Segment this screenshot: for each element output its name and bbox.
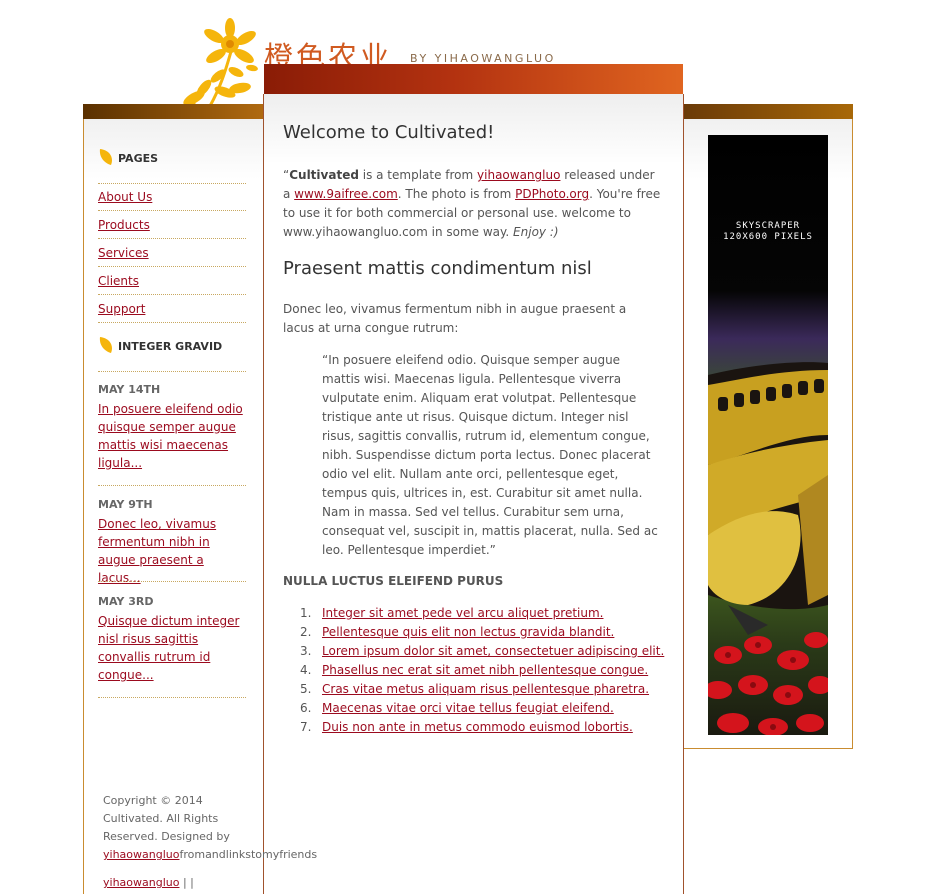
leaf-icon: [99, 337, 112, 353]
list-link[interactable]: Integer sit amet pede vel arcu aliquet p…: [322, 606, 603, 620]
ad-label-line-2: 120X600 PIXELS: [723, 232, 813, 242]
list-number: 4.: [300, 663, 312, 677]
divider: [98, 183, 246, 184]
sidebar-item-products[interactable]: Products: [98, 218, 150, 232]
divider: [98, 210, 246, 211]
divider: [98, 294, 246, 295]
9aifree-link[interactable]: www.9aifree.com: [294, 187, 398, 201]
list-link[interactable]: Lorem ipsum dolor sit amet, consectetuer…: [322, 644, 664, 658]
frame-bottom-border: [683, 748, 853, 749]
list-item: 4. Phasellus nec erat sit amet nibh pelle…: [283, 661, 683, 680]
news-date: MAY 3RD: [98, 595, 154, 608]
pdphoto-link[interactable]: PDPhoto.org: [515, 187, 589, 201]
ad-label-line-1: SKYSCRAPER: [735, 221, 801, 231]
pages-title-label: PAGES: [118, 152, 159, 165]
main-content: Welcome to Cultivated! “Cultivated is a …: [263, 94, 684, 894]
divider: [98, 238, 246, 239]
list-link[interactable]: Pellentesque quis elit non lectus gravid…: [322, 625, 614, 639]
sidebar-item-about-us[interactable]: About Us: [98, 190, 152, 204]
list-item: 3. Lorem ipsum dolor sit amet, consectetu…: [283, 642, 683, 661]
divider: [98, 697, 246, 698]
sidebar-item-clients[interactable]: Clients: [98, 274, 139, 288]
blockquote: “In posuere eleifend odio. Quisque sempe…: [322, 353, 658, 557]
intro-paragraph: “Cultivated is a template from yihaowang…: [283, 166, 661, 242]
sidebar-item-support[interactable]: Support: [98, 302, 145, 316]
intro-text-3: . The photo is from: [397, 187, 516, 201]
sidebar-item-services[interactable]: Services: [98, 246, 149, 260]
section-heading: Praesent mattis condimentum nisl: [283, 258, 592, 279]
footer: Copyright © 2014 Cultivated. All Rights …: [103, 792, 317, 864]
section-paragraph: Donec leo, vivamus fermentum nibh in aug…: [283, 302, 627, 335]
left-header-bar: [83, 104, 264, 119]
news-date: MAY 14TH: [98, 383, 161, 396]
divider: [98, 266, 246, 267]
list-number: 2.: [300, 625, 312, 639]
divider: [98, 322, 246, 323]
right-header-bar: [683, 104, 853, 119]
flower-logo-icon: [180, 18, 258, 110]
list-subheading: NULLA LUCTUS ELEIFEND PURUS: [283, 574, 504, 588]
news-link[interactable]: Quisque dictum integer nisl risus sagitt…: [98, 612, 248, 684]
list-item: 6. Maecenas vitae orci vitae tellus feugi…: [283, 699, 683, 718]
footer-link[interactable]: yihaowangluo: [103, 876, 179, 889]
frame-right-border: [852, 119, 853, 749]
divider: [98, 371, 246, 372]
list-link[interactable]: Duis non ante in metus commodo euismod l…: [322, 720, 633, 734]
list-number: 7.: [300, 720, 312, 734]
brand-name: Cultivated: [289, 168, 359, 182]
intro-text-1: is a template from: [358, 168, 478, 182]
yihaowangluo-link[interactable]: yihaowangluo: [477, 168, 560, 182]
news-date: MAY 9TH: [98, 498, 153, 511]
list-item: 1. Integer sit amet pede vel arcu aliquet…: [283, 604, 683, 623]
link-list: 1. Integer sit amet pede vel arcu aliquet…: [283, 604, 683, 737]
list-link[interactable]: Phasellus nec erat sit amet nibh pellent…: [322, 663, 648, 677]
list-number: 3.: [300, 644, 312, 658]
divider: [98, 485, 246, 486]
frame-left-border: [83, 119, 84, 894]
list-number: 6.: [300, 701, 312, 715]
designer-suffix: fromandlinkstomyfriends: [179, 848, 318, 861]
leaf-icon: [99, 149, 112, 165]
news-link[interactable]: In posuere eleifend odio quisque semper …: [98, 400, 248, 472]
center-header-bar: [264, 64, 683, 94]
list-item: 5. Cras vitae metus aliquam risus pellent…: [283, 680, 683, 699]
footer-separators: | |: [179, 876, 194, 889]
list-item: 7. Duis non ante in metus commodo euismod…: [283, 718, 683, 737]
footer-links: yihaowangluo | |: [103, 876, 194, 889]
ad-label: SKYSCRAPER 120X600 PIXELS: [708, 221, 828, 243]
news-link[interactable]: Donec leo, vivamus fermentum nibh in aug…: [98, 515, 248, 587]
list-number: 5.: [300, 682, 312, 696]
news-title-label: INTEGER GRAVID: [118, 340, 223, 353]
welcome-heading: Welcome to Cultivated!: [283, 122, 495, 143]
enjoy-text: Enjoy :): [513, 225, 559, 239]
list-link[interactable]: Cras vitae metus aliquam risus pellentes…: [322, 682, 649, 696]
designer-link[interactable]: yihaowangluo: [103, 848, 179, 861]
list-number: 1.: [300, 606, 312, 620]
divider: [98, 581, 246, 582]
skyscraper-ad[interactable]: SKYSCRAPER 120X600 PIXELS: [708, 135, 828, 735]
copyright-text: Copyright © 2014 Cultivated. All Rights …: [103, 794, 230, 843]
list-item: 2. Pellentesque quis elit non lectus grav…: [283, 623, 683, 642]
list-link[interactable]: Maecenas vitae orci vitae tellus feugiat…: [322, 701, 614, 715]
